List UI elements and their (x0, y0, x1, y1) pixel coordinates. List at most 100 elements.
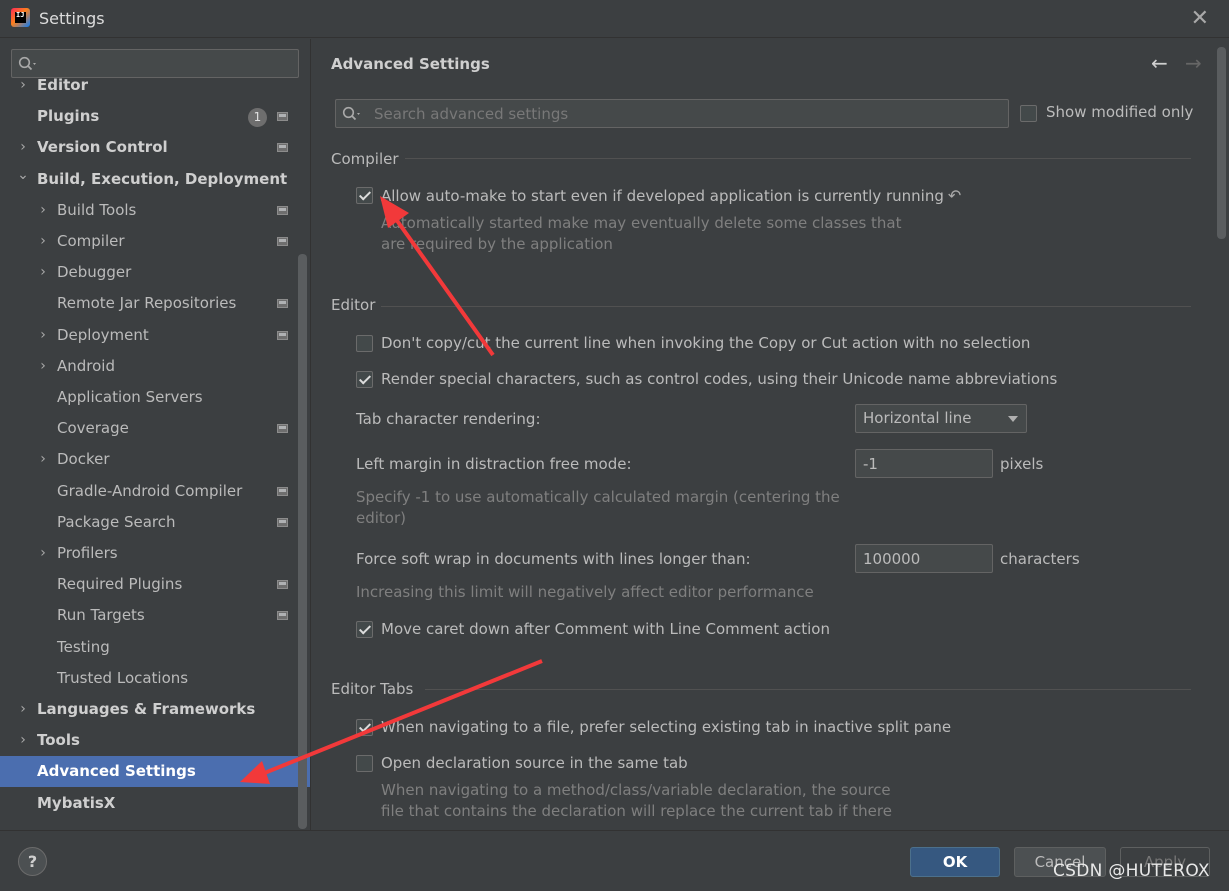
settings-sidebar: › Editor Plugins 1 › Version Control ⌄ Build, E… (0, 39, 311, 830)
auto-make-hint-line-2: are required by the application (381, 235, 613, 253)
sidebar-item[interactable]: › Deployment (0, 320, 310, 351)
help-icon[interactable]: ? (18, 847, 47, 876)
tab-rendering-label: Tab character rendering: (356, 410, 541, 428)
chevron-right-icon[interactable]: › (16, 132, 30, 163)
advanced-search-field[interactable] (335, 99, 1009, 128)
sidebar-item-label: Required Plugins (57, 575, 183, 593)
sidebar-item[interactable]: › Version Control (0, 132, 310, 163)
ok-button[interactable]: OK (910, 847, 1000, 877)
sidebar-item-label: Coverage (57, 419, 129, 437)
sidebar-item[interactable]: Gradle-Android Compiler (0, 476, 310, 507)
sidebar-item[interactable]: › Languages & Frameworks (0, 694, 310, 725)
chevron-right-icon[interactable]: › (36, 257, 50, 288)
chevron-right-icon[interactable]: › (16, 70, 30, 101)
advanced-settings-panel: Advanced Settings ← → Show modified only… (311, 39, 1229, 830)
soft-wrap-label: Force soft wrap in documents with lines … (356, 550, 751, 568)
tab-rendering-dropdown[interactable]: Horizontal line (855, 404, 1027, 433)
sidebar-item[interactable]: › Docker (0, 444, 310, 475)
project-level-icon (277, 580, 288, 589)
watermark-text: CSDN @HUTEROX (1053, 861, 1210, 881)
sidebar-item-label: Package Search (57, 513, 176, 531)
chevron-right-icon[interactable]: › (36, 320, 50, 351)
dialog-footer: ? OK Cancel Apply CSDN @HUTEROX (0, 830, 1229, 891)
sidebar-item[interactable]: › Compiler (0, 226, 310, 257)
prefer-existing-tab-checkbox[interactable] (356, 719, 373, 736)
section-editor-header: Editor (331, 296, 376, 314)
chevron-right-icon[interactable]: › (36, 195, 50, 226)
sidebar-item[interactable]: › Debugger (0, 257, 310, 288)
sidebar-item-label: Gradle-Android Compiler (57, 482, 243, 500)
sidebar-item-label: Testing (57, 638, 110, 656)
sidebar-item-label: Deployment (57, 326, 149, 344)
project-level-icon (277, 518, 288, 527)
sidebar-item[interactable]: › Editor (0, 70, 310, 101)
caret-down-checkbox[interactable] (356, 621, 373, 638)
chevron-right-icon[interactable]: › (36, 351, 50, 382)
section-divider (425, 689, 1191, 690)
no-copy-label: Don't copy/cut the current line when inv… (381, 334, 1031, 352)
sidebar-item[interactable]: › Profilers (0, 538, 310, 569)
auto-make-checkbox[interactable] (356, 187, 373, 204)
sidebar-item-label: Android (57, 357, 115, 375)
sidebar-item[interactable]: Required Plugins (0, 569, 310, 600)
left-margin-hint-line-1: Specify -1 to use automatically calculat… (356, 488, 840, 506)
soft-wrap-input[interactable] (863, 548, 983, 570)
left-margin-hint: Specify -1 to use automatically calculat… (356, 487, 840, 529)
project-level-icon (277, 206, 288, 215)
sidebar-item-label: Version Control (37, 138, 168, 156)
window-title: Settings (39, 9, 105, 28)
sidebar-item[interactable]: Run Targets (0, 600, 310, 631)
auto-make-hint: Automatically started make may eventuall… (381, 213, 902, 255)
reset-undo-icon[interactable]: ↶ (948, 186, 961, 205)
sidebar-item-label: Profilers (57, 544, 118, 562)
sidebar-item[interactable]: Remote Jar Repositories (0, 288, 310, 319)
chevron-down-icon[interactable]: ⌄ (16, 160, 30, 191)
forward-arrow-icon[interactable]: → (1185, 51, 1202, 75)
sidebar-item[interactable]: Package Search (0, 507, 310, 538)
sidebar-item-label: Application Servers (57, 388, 203, 406)
sidebar-item[interactable]: › Android (0, 351, 310, 382)
back-arrow-icon[interactable]: ← (1151, 51, 1168, 75)
main-scrollbar[interactable] (1217, 47, 1226, 239)
update-count-badge: 1 (248, 108, 267, 127)
sidebar-item[interactable]: Coverage (0, 413, 310, 444)
sidebar-item-label: Run Targets (57, 606, 145, 624)
sidebar-item-label: Build Tools (57, 201, 137, 219)
soft-wrap-field[interactable] (855, 544, 993, 573)
sidebar-item[interactable]: Application Servers (0, 382, 310, 413)
sidebar-item[interactable]: ⌄ Build, Execution, Deployment (0, 164, 310, 195)
no-copy-checkbox[interactable] (356, 335, 373, 352)
sidebar-item[interactable]: Plugins 1 (0, 101, 310, 132)
chevron-right-icon[interactable]: › (16, 694, 30, 725)
left-margin-hint-line-2: editor) (356, 509, 406, 527)
left-margin-field[interactable] (855, 449, 993, 478)
open-declaration-checkbox[interactable] (356, 755, 373, 772)
open-declaration-label: Open declaration source in the same tab (381, 754, 688, 772)
section-editor-tabs-header: Editor Tabs (331, 680, 414, 698)
sidebar-scrollbar[interactable] (298, 254, 307, 829)
sidebar-item[interactable]: › Build Tools (0, 195, 310, 226)
project-level-icon (277, 487, 288, 496)
chevron-right-icon[interactable]: › (36, 444, 50, 475)
advanced-search-input[interactable] (374, 103, 994, 125)
left-margin-input[interactable] (863, 453, 983, 475)
sidebar-item-label: Tools (37, 731, 80, 749)
project-level-icon (277, 112, 288, 121)
sidebar-item[interactable]: › Tools (0, 725, 310, 756)
chevron-right-icon[interactable]: › (16, 725, 30, 756)
chevron-right-icon[interactable]: › (36, 226, 50, 257)
sidebar-item[interactable]: Trusted Locations (0, 663, 310, 694)
sidebar-item[interactable]: MybatisX (0, 788, 310, 819)
chevron-right-icon[interactable]: › (36, 538, 50, 569)
sidebar-item[interactable]: Advanced Settings (0, 756, 310, 787)
sidebar-item[interactable]: Testing (0, 632, 310, 663)
soft-wrap-unit: characters (1000, 550, 1080, 568)
auto-make-option: Allow auto-make to start even if develop… (381, 186, 961, 205)
render-special-checkbox[interactable] (356, 371, 373, 388)
auto-make-hint-line-1: Automatically started make may eventuall… (381, 214, 902, 232)
show-modified-checkbox[interactable] (1020, 105, 1037, 122)
close-icon[interactable]: ✕ (1191, 6, 1209, 31)
soft-wrap-hint: Increasing this limit will negatively af… (356, 583, 814, 601)
project-level-icon (277, 299, 288, 308)
sidebar-item-label: Editor (37, 76, 88, 94)
